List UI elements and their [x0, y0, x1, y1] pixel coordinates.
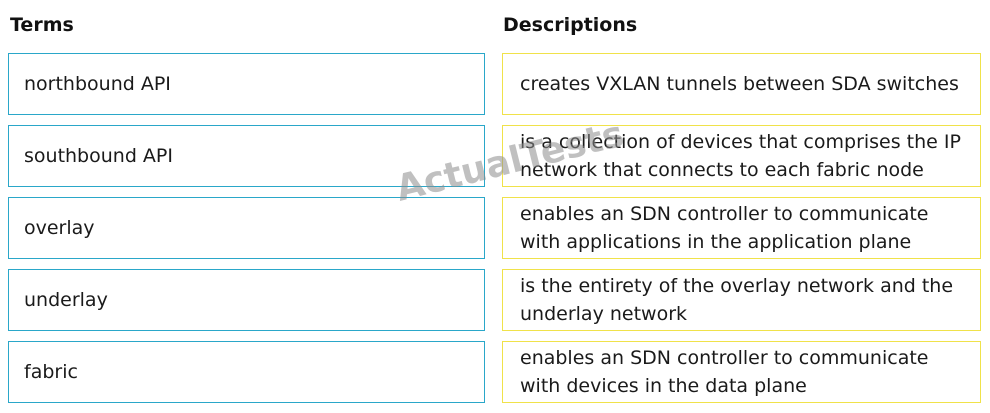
- term-item-southbound-api[interactable]: southbound API: [8, 125, 485, 187]
- term-item-underlay[interactable]: underlay: [8, 269, 485, 331]
- description-text: enables an SDN controller to communicate…: [520, 203, 929, 253]
- term-item-fabric[interactable]: fabric: [8, 341, 485, 403]
- description-item-4[interactable]: is the entirety of the overlay network a…: [502, 269, 981, 331]
- description-text: is the entirety of the overlay network a…: [520, 275, 954, 325]
- description-text: enables an SDN controller to communicate…: [520, 347, 929, 397]
- description-item-3[interactable]: enables an SDN controller to communicate…: [502, 197, 981, 259]
- term-item-overlay[interactable]: overlay: [8, 197, 485, 259]
- description-item-1[interactable]: creates VXLAN tunnels between SDA switch…: [502, 53, 981, 115]
- term-item-northbound-api[interactable]: northbound API: [8, 53, 485, 115]
- terms-column-header: Terms: [10, 14, 74, 36]
- description-item-5[interactable]: enables an SDN controller to communicate…: [502, 341, 981, 403]
- description-item-2[interactable]: is a collection of devices that comprise…: [502, 125, 981, 187]
- descriptions-column-header: Descriptions: [503, 14, 638, 36]
- description-text: creates VXLAN tunnels between SDA switch…: [520, 73, 959, 95]
- description-text: is a collection of devices that comprise…: [520, 131, 961, 181]
